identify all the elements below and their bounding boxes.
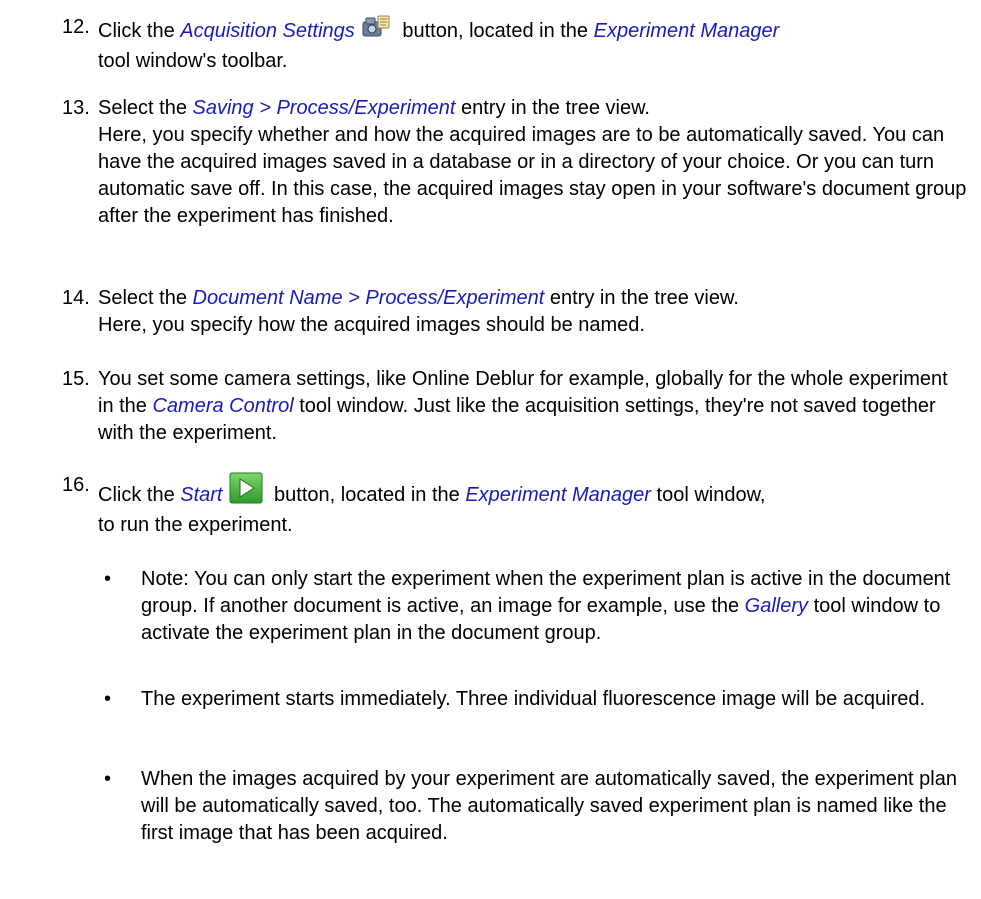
experiment-manager-link: Experiment Manager: [465, 484, 651, 506]
start-link: Start: [180, 484, 223, 506]
step-number: 12.: [62, 16, 90, 38]
step-number: 14.: [62, 287, 90, 309]
step-number: 13.: [62, 97, 90, 119]
step-text-run: Select the: [98, 97, 193, 119]
step-text-run: Click the: [98, 20, 181, 42]
bullet-text: When the images acquired by your experim…: [141, 766, 971, 847]
step-text-run: button, located in the: [268, 484, 466, 506]
step-text-run: Here, you specify how the acquired image…: [98, 314, 645, 336]
step-text-run: tool window's toolbar.: [98, 50, 288, 72]
saving-process-experiment-link: Saving > Process/Experiment: [192, 97, 456, 119]
bullet-text-run: The experiment starts immediately. Three…: [141, 688, 926, 710]
document-page: 12. Click the Acquisition Settings butto…: [0, 0, 981, 899]
bullet-glyph: •: [104, 768, 112, 790]
step-number: 16.: [62, 474, 90, 496]
step-text-run: to run the experiment.: [98, 514, 293, 536]
step-text: You set some camera settings, like Onlin…: [98, 366, 968, 447]
step-text-run: entry in the tree view.: [455, 97, 650, 119]
step-text: Select the Saving > Process/Experiment e…: [98, 95, 968, 230]
step-text-run: Click the: [98, 484, 181, 506]
step-text-run: Select the: [98, 287, 193, 309]
bullet-glyph: •: [104, 688, 112, 710]
step-text: Select the Document Name > Process/Exper…: [98, 285, 968, 339]
camera-control-link: Camera Control: [152, 395, 294, 417]
document-name-process-experiment-link: Document Name > Process/Experiment: [192, 287, 545, 309]
bullet-glyph: •: [104, 568, 112, 590]
step-text-run: button, located in the: [396, 20, 594, 42]
step-text-run: Here, you specify whether and how the ac…: [98, 124, 967, 227]
step-number: 15.: [62, 368, 90, 390]
start-play-icon: [229, 472, 263, 512]
acquisition-settings-icon: [361, 14, 391, 48]
step-text: Click the Acquisition Settings button, l…: [98, 14, 968, 75]
bullet-text: The experiment starts immediately. Three…: [141, 686, 971, 713]
bullet-text: Note: You can only start the experiment …: [141, 566, 971, 647]
experiment-manager-link: Experiment Manager: [593, 20, 780, 42]
gallery-link: Gallery: [744, 595, 809, 617]
step-text: Click the Start button, located in the E…: [98, 472, 968, 539]
acquisition-settings-link: Acquisition Settings: [180, 20, 355, 42]
step-text-run: tool window,: [650, 484, 766, 506]
step-text-run: entry in the tree view.: [544, 287, 739, 309]
bullet-text-run: When the images acquired by your experim…: [141, 768, 957, 844]
